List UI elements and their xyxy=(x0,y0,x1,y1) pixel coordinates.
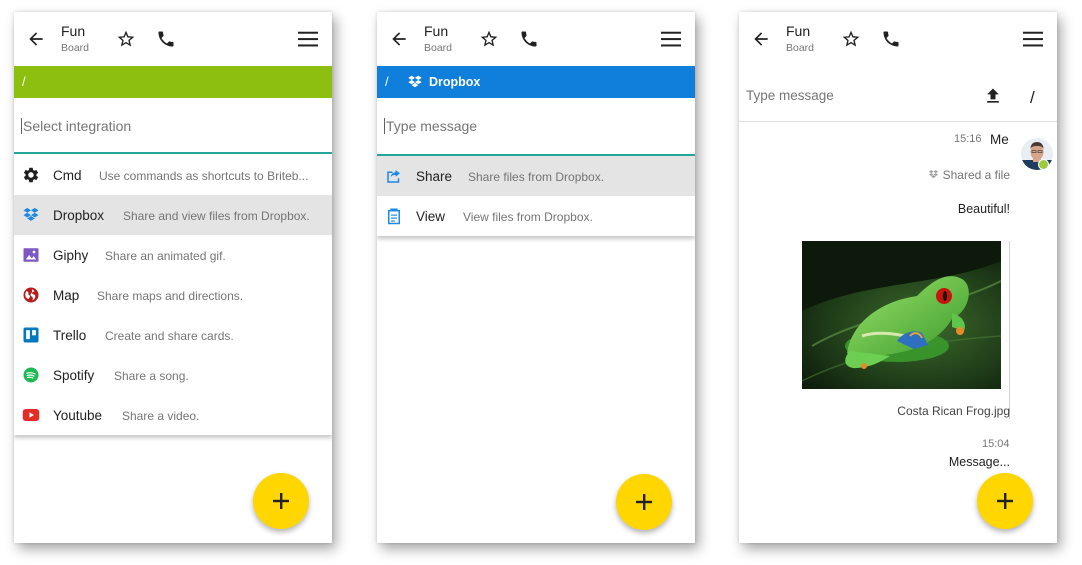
app-bar: Fun Board xyxy=(14,12,332,66)
action-item-view[interactable]: View View files from Dropbox. xyxy=(377,196,695,236)
shared-image-frog[interactable] xyxy=(802,241,1001,389)
integration-item-map[interactable]: Map Share maps and directions. xyxy=(14,275,332,315)
dropbox-icon xyxy=(23,207,39,221)
message-input[interactable] xyxy=(384,118,684,134)
integration-desc: Share a video. xyxy=(122,409,200,423)
back-arrow-icon[interactable] xyxy=(751,29,771,49)
online-status-dot xyxy=(1038,159,1049,170)
input-underline xyxy=(14,152,332,154)
star-icon[interactable] xyxy=(479,29,499,49)
phone-call-icon[interactable] xyxy=(156,29,176,49)
clipboard-icon xyxy=(388,208,400,225)
integration-item-spotify[interactable]: Spotify Share a song. xyxy=(14,355,332,395)
dropbox-icon xyxy=(408,75,422,88)
image-icon xyxy=(23,248,39,262)
upload-icon[interactable] xyxy=(983,86,1003,106)
gear-icon xyxy=(23,167,39,183)
integration-item-trello[interactable]: Trello Create and share cards. xyxy=(14,315,332,355)
share-icon xyxy=(387,170,400,183)
menu-icon[interactable] xyxy=(660,29,682,49)
integration-desc: Share and view files from Dropbox. xyxy=(123,209,310,223)
plus-icon xyxy=(273,493,289,509)
phone-screen-dropbox: Fun Board / Dropbox Share Share files fr… xyxy=(377,12,695,543)
path-slash[interactable]: / xyxy=(22,74,26,89)
integration-desc: Use commands as shortcuts to Briteb... xyxy=(99,169,309,183)
dropbox-icon xyxy=(929,170,939,179)
plus-icon xyxy=(997,493,1013,509)
path-name[interactable]: Dropbox xyxy=(429,75,480,89)
path-bar: / Dropbox xyxy=(377,66,695,98)
message-composer: / xyxy=(739,66,1057,122)
integration-name: Trello xyxy=(53,328,87,343)
trello-icon xyxy=(23,327,39,343)
action-name: View xyxy=(416,209,446,224)
action-desc: View files from Dropbox. xyxy=(463,210,593,224)
integration-item-cmd[interactable]: Cmd Use commands as shortcuts to Briteb.… xyxy=(14,155,332,195)
action-item-share[interactable]: Share Share files from Dropbox. xyxy=(377,156,695,196)
message-text: Beautiful! xyxy=(957,202,1010,216)
dropbox-action-list: Share Share files from Dropbox. View Vie… xyxy=(377,156,695,236)
command-slash-button[interactable]: / xyxy=(1030,88,1035,108)
path-slash[interactable]: / xyxy=(385,74,389,89)
fab-add-button[interactable] xyxy=(253,473,309,529)
message-text: Message... xyxy=(948,455,1010,469)
integration-desc: Share a song. xyxy=(114,369,189,383)
youtube-icon xyxy=(22,409,40,421)
globe-icon xyxy=(23,287,39,303)
phone-screen-integrations: Fun Board / Cmd Use commands as shortcut… xyxy=(14,12,332,543)
frog-photo xyxy=(802,241,1001,389)
plus-icon xyxy=(636,494,652,510)
message-time: 15:04 xyxy=(982,438,1010,450)
menu-icon[interactable] xyxy=(297,29,319,49)
integration-item-youtube[interactable]: Youtube Share a video. xyxy=(14,395,332,435)
action-desc: Share files from Dropbox. xyxy=(468,170,605,184)
integration-desc: Create and share cards. xyxy=(105,329,234,343)
board-title: Fun xyxy=(424,23,449,39)
back-arrow-icon[interactable] xyxy=(26,29,46,49)
phone-call-icon[interactable] xyxy=(881,29,901,49)
board-subtitle: Board xyxy=(786,42,815,54)
board-subtitle: Board xyxy=(61,42,90,54)
file-caption[interactable]: Costa Rican Frog.jpg xyxy=(897,404,1010,418)
app-bar: Fun Board xyxy=(377,12,695,66)
path-bar: / xyxy=(14,66,332,98)
star-icon[interactable] xyxy=(116,29,136,49)
select-integration-input[interactable] xyxy=(21,118,321,134)
integration-name: Youtube xyxy=(53,408,103,423)
back-arrow-icon[interactable] xyxy=(389,29,409,49)
integration-desc: Share an animated gif. xyxy=(105,249,226,263)
phone-screen-chat: Fun Board / 15:16 Me Shared a file Beaut… xyxy=(739,12,1057,543)
board-title: Fun xyxy=(61,23,86,39)
integration-name: Dropbox xyxy=(53,208,105,223)
board-title: Fun xyxy=(786,23,811,39)
spotify-icon xyxy=(23,367,39,383)
board-subtitle: Board xyxy=(424,42,453,54)
integration-item-giphy[interactable]: Giphy Share an animated gif. xyxy=(14,235,332,275)
integration-name: Giphy xyxy=(53,248,89,263)
message-sender: Me xyxy=(990,132,1009,147)
integration-list: Cmd Use commands as shortcuts to Briteb.… xyxy=(14,155,332,435)
message-time: 15:16 xyxy=(954,133,982,145)
shared-file-label: Shared a file xyxy=(928,168,1010,182)
message-thread-line xyxy=(1009,241,1010,419)
integration-name: Map xyxy=(53,288,80,303)
phone-call-icon[interactable] xyxy=(519,29,539,49)
star-icon[interactable] xyxy=(841,29,861,49)
message-input[interactable] xyxy=(746,88,946,103)
fab-add-button[interactable] xyxy=(616,474,672,530)
integration-desc: Share maps and directions. xyxy=(97,289,244,303)
app-bar: Fun Board xyxy=(739,12,1057,66)
integration-item-dropbox[interactable]: Dropbox Share and view files from Dropbo… xyxy=(14,195,332,235)
menu-icon[interactable] xyxy=(1022,29,1044,49)
integration-name: Spotify xyxy=(53,368,95,383)
shared-file-text: Shared a file xyxy=(942,168,1010,182)
action-name: Share xyxy=(416,169,453,184)
message-input-row xyxy=(377,98,695,156)
fab-add-button[interactable] xyxy=(977,473,1033,529)
integration-name: Cmd xyxy=(53,168,82,183)
integration-input-row xyxy=(14,98,332,154)
